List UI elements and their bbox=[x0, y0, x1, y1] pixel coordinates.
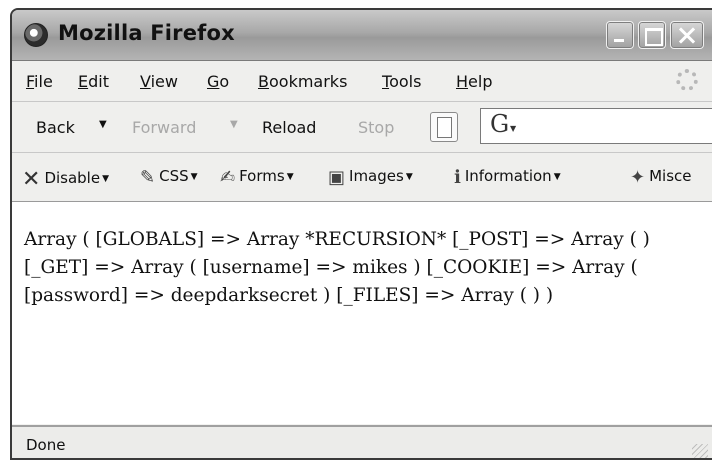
reload-button[interactable]: Reload bbox=[262, 118, 316, 137]
information-icon: ℹ bbox=[454, 167, 461, 188]
chevron-down-icon: ▼ bbox=[102, 174, 110, 184]
menu-bookmarks[interactable]: Bookmarks bbox=[258, 72, 347, 91]
browser-window: Mozilla Firefox File Edit View Go Bookma… bbox=[10, 8, 712, 460]
title-bar[interactable]: Mozilla Firefox bbox=[12, 10, 712, 61]
menu-bar: File Edit View Go Bookmarks Tools Help bbox=[12, 61, 712, 102]
disable-x-icon: ✕ bbox=[22, 167, 41, 192]
navigation-toolbar: Back ▼ Forward ▼ Reload Stop G ▼ bbox=[12, 102, 712, 153]
stop-button[interactable]: Stop bbox=[358, 118, 394, 137]
chevron-down-icon: ▼ bbox=[405, 172, 413, 182]
images-icon: ▣ bbox=[328, 167, 346, 188]
forward-button[interactable]: Forward bbox=[132, 118, 196, 137]
web-developer-toolbar: ✕ Disable ▼ ✎ CSS ▼ ✍ Forms ▼ ▣ Images ▼ ℹ Inform… bbox=[12, 153, 712, 202]
menu-tools[interactable]: Tools bbox=[382, 72, 421, 91]
search-engine-dropdown-icon[interactable]: ▼ bbox=[510, 124, 516, 133]
forms-icon: ✍ bbox=[220, 167, 236, 188]
forward-dropdown-icon[interactable]: ▼ bbox=[230, 119, 238, 130]
maximize-button[interactable] bbox=[638, 21, 666, 49]
images-menu[interactable]: ▣ Images ▼ bbox=[328, 167, 413, 188]
array-dump-text: Array ( [GLOBALS] => Array *RECURSION* [… bbox=[24, 229, 650, 306]
menu-view[interactable]: View bbox=[140, 72, 178, 91]
firefox-icon bbox=[24, 23, 48, 47]
activity-throbber-icon bbox=[676, 69, 698, 91]
status-bar: Done bbox=[12, 425, 712, 458]
forms-menu[interactable]: ✍ Forms ▼ bbox=[220, 167, 294, 188]
menu-help[interactable]: Help bbox=[456, 72, 492, 91]
page-content: Array ( [GLOBALS] => Array *RECURSION* [… bbox=[12, 202, 712, 424]
resize-grip-icon[interactable] bbox=[692, 444, 708, 458]
css-menu[interactable]: ✎ CSS ▼ bbox=[140, 167, 198, 188]
back-button[interactable]: Back bbox=[36, 118, 75, 137]
close-button[interactable] bbox=[670, 21, 704, 49]
chevron-down-icon: ▼ bbox=[553, 172, 561, 182]
back-dropdown-icon[interactable]: ▼ bbox=[99, 119, 107, 130]
menu-file[interactable]: File bbox=[26, 72, 53, 91]
information-menu[interactable]: ℹ Information ▼ bbox=[454, 167, 561, 188]
miscellaneous-menu[interactable]: ✦ Misce bbox=[630, 167, 692, 188]
menu-go[interactable]: Go bbox=[207, 72, 229, 91]
page-icon bbox=[430, 112, 458, 142]
miscellaneous-icon: ✦ bbox=[630, 167, 646, 188]
chevron-down-icon: ▼ bbox=[286, 172, 294, 182]
menu-edit[interactable]: Edit bbox=[78, 72, 109, 91]
status-text: Done bbox=[26, 436, 66, 454]
chevron-down-icon: ▼ bbox=[190, 172, 198, 182]
minimize-button[interactable] bbox=[606, 21, 634, 49]
google-search-engine-icon[interactable]: G bbox=[490, 110, 509, 138]
window-title: Mozilla Firefox bbox=[58, 21, 235, 45]
disable-menu[interactable]: ✕ Disable ▼ bbox=[22, 167, 109, 192]
css-icon: ✎ bbox=[140, 167, 156, 188]
